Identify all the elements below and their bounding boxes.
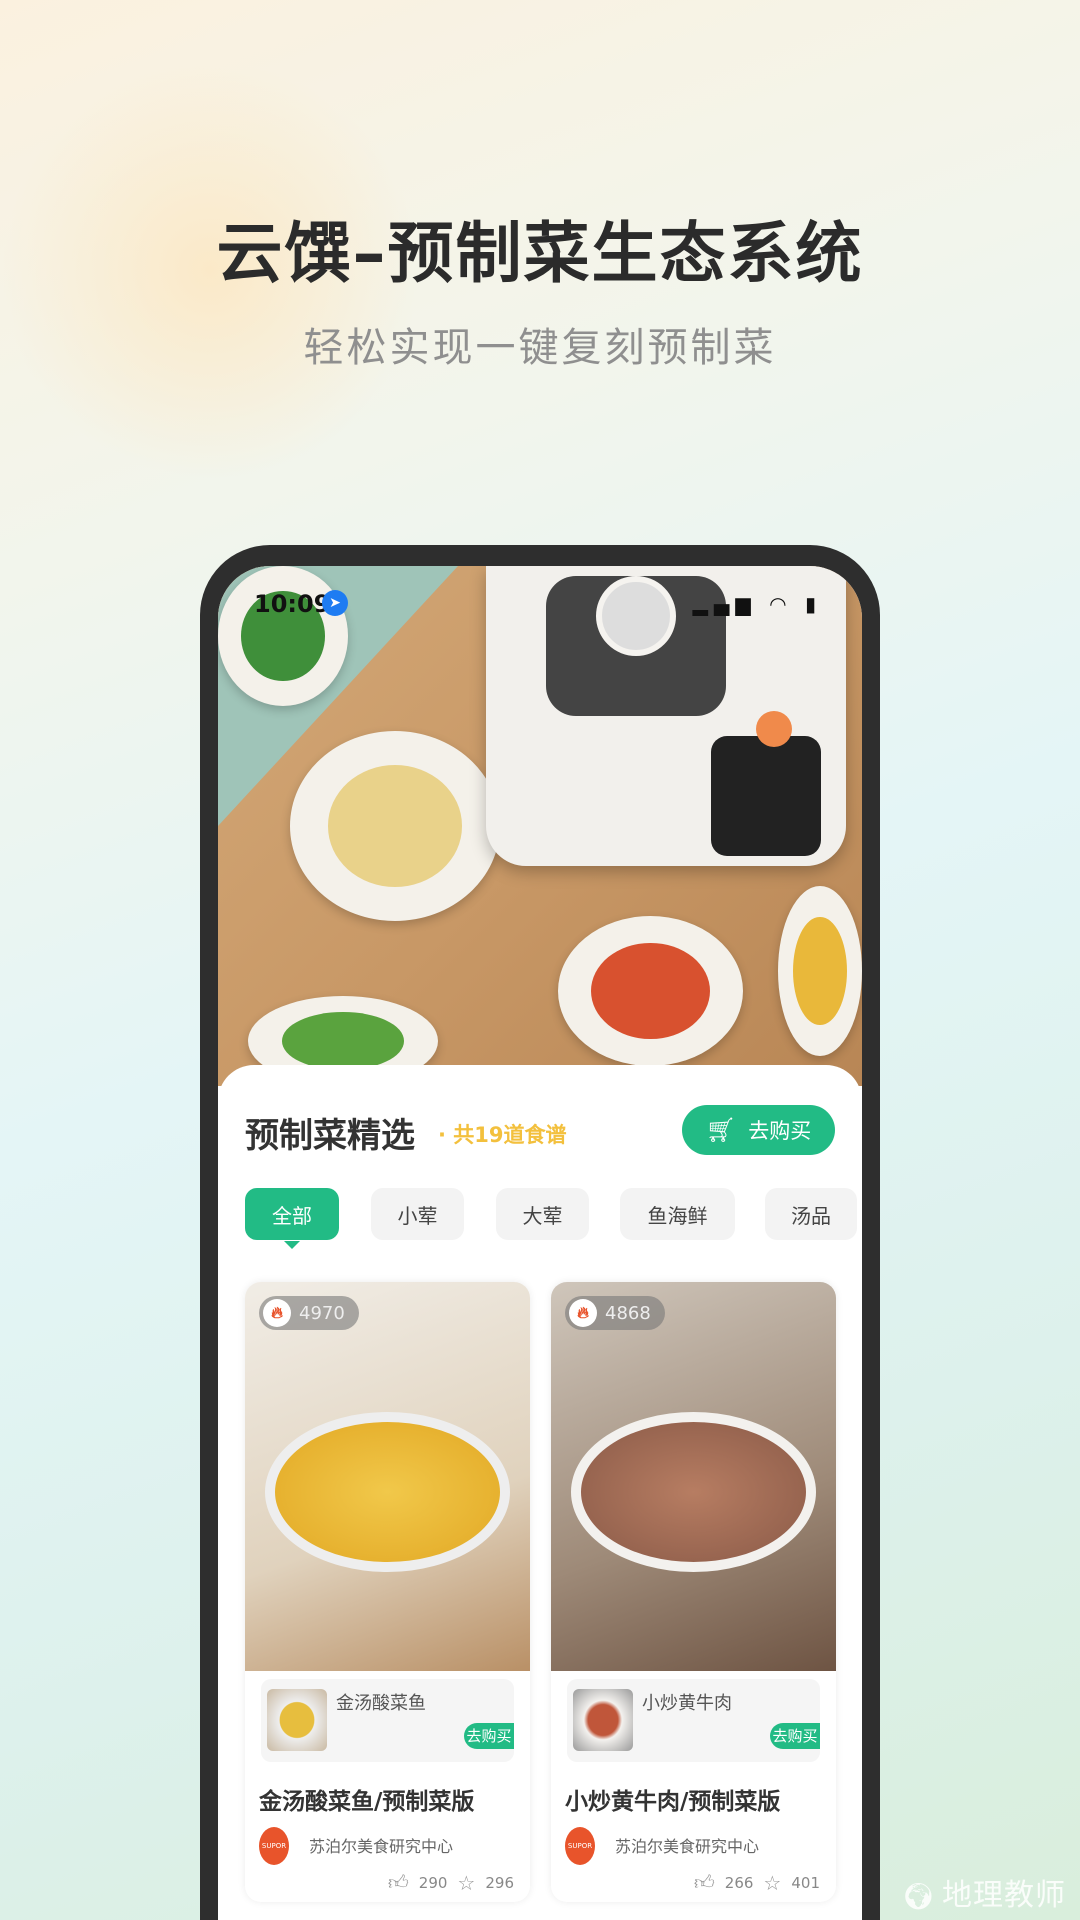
dish-plate (218, 566, 348, 706)
go-buy-button[interactable]: 🛒︎ 去购买 (682, 1105, 835, 1155)
favorite-count: 401 (791, 1873, 820, 1892)
globe-icon: 🌍︎ (901, 1882, 936, 1912)
cart-icon: 🛒︎ (705, 1116, 737, 1144)
fire-icon: 🔥︎ (569, 1299, 597, 1327)
product-buy-button[interactable]: 去购买 (464, 1723, 514, 1749)
tab-seafood[interactable]: 鱼海鲜 (620, 1188, 735, 1240)
page-title: 云馔–预制菜生态系统 (216, 215, 864, 292)
product-thumbnail (573, 1689, 633, 1751)
signal-wifi-battery-icons: ▂▄▆ ◠ ▮ (692, 592, 822, 616)
heat-badge: 🔥︎ 4970 (259, 1296, 359, 1330)
product-name: 小炒黄牛肉 (642, 1693, 732, 1714)
fire-icon: 🔥︎ (263, 1299, 291, 1327)
product-name: 金汤酸菜鱼 (336, 1693, 426, 1714)
author-avatar: SUPOR (259, 1827, 289, 1865)
star-icon[interactable]: ☆ (763, 1871, 781, 1895)
author-name: 苏泊尔美食研究中心 (615, 1837, 760, 1856)
recipe-panel: 预制菜精选 · 共19道食谱 🛒︎ 去购买 全部 小荤 大荤 鱼海鲜 汤品 🔥︎… (218, 1065, 862, 1920)
recipe-card[interactable]: 🔥︎ 4868 小炒黄牛肉 去购买 小炒黄牛肉/预制菜版 SUPOR 苏泊尔美食研… (551, 1282, 836, 1902)
author-avatar: SUPOR (565, 1827, 595, 1865)
product-box[interactable]: 小炒黄牛肉 去购买 (567, 1679, 820, 1762)
recipe-title: 小炒黄牛肉/预制菜版 (565, 1789, 781, 1815)
heat-badge: 🔥︎ 4868 (565, 1296, 665, 1330)
go-buy-label: 去购买 (748, 1119, 812, 1143)
tab-big-meat[interactable]: 大荤 (496, 1188, 589, 1240)
hero-image: 10:09 ➤ ▂▄▆ ◠ ▮ (218, 566, 862, 1086)
author-name: 苏泊尔美食研究中心 (309, 1837, 454, 1856)
like-count: 266 (724, 1873, 754, 1892)
watermark: 🌍︎ 地理教师 (901, 1878, 1066, 1913)
product-buy-button[interactable]: 去购买 (770, 1723, 820, 1749)
phone-mockup: 10:09 ➤ ▂▄▆ ◠ ▮ 预制菜精选 · 共19道食谱 🛒︎ 去购买 全部… (200, 545, 880, 1920)
thumbs-up-icon[interactable]: 👍︎ (388, 1870, 409, 1895)
section-title: 预制菜精选 (245, 1116, 415, 1156)
card-stats: 👍︎ 290 ☆ 296 (388, 1870, 514, 1895)
status-time: 10:09 (254, 590, 331, 618)
dish-plate (290, 731, 500, 921)
star-icon[interactable]: ☆ (457, 1871, 475, 1895)
favorite-count: 296 (485, 1873, 514, 1892)
tab-small-meat[interactable]: 小荤 (371, 1188, 464, 1240)
tab-soup[interactable]: 汤品 (765, 1188, 857, 1240)
tab-all[interactable]: 全部 (245, 1188, 339, 1249)
like-count: 290 (418, 1873, 448, 1892)
recipe-title: 金汤酸菜鱼/预制菜版 (259, 1789, 475, 1815)
recipe-count: · 共19道食谱 (438, 1123, 567, 1147)
location-arrow-icon: ➤ (322, 590, 348, 616)
recipe-image (551, 1282, 836, 1671)
recipe-card[interactable]: 🔥︎ 4970 金汤酸菜鱼 去购买 金汤酸菜鱼/预制菜版 SUPOR 苏泊尔美食研… (245, 1282, 530, 1902)
thumbs-up-icon[interactable]: 👍︎ (694, 1870, 715, 1895)
product-thumbnail (267, 1689, 327, 1751)
phone-screen: 10:09 ➤ ▂▄▆ ◠ ▮ 预制菜精选 · 共19道食谱 🛒︎ 去购买 全部… (218, 566, 862, 1920)
dish-plate (558, 916, 743, 1066)
status-bar: 10:09 ➤ ▂▄▆ ◠ ▮ (218, 590, 862, 630)
card-stats: 👍︎ 266 ☆ 401 (694, 1870, 820, 1895)
dish-plate (778, 886, 862, 1056)
recipe-image (245, 1282, 530, 1671)
product-box[interactable]: 金汤酸菜鱼 去购买 (261, 1679, 514, 1762)
page-subtitle: 轻松实现一键复刻预制菜 (303, 325, 777, 371)
